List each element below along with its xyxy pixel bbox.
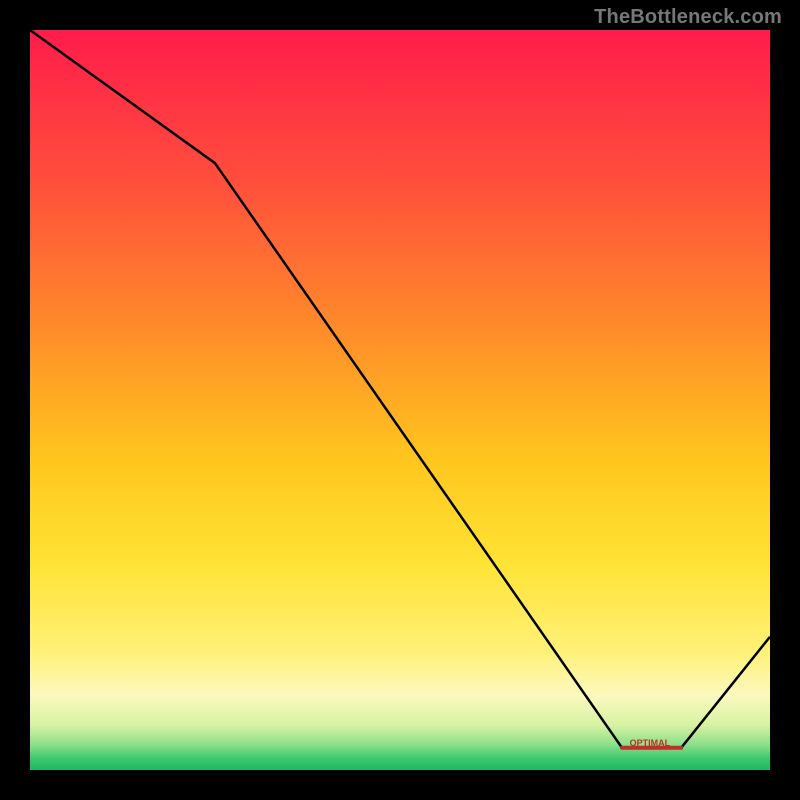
- plot-area: OPTIMAL: [30, 30, 770, 770]
- bottleneck-chart: [30, 30, 770, 770]
- optimal-label: OPTIMAL: [630, 738, 671, 748]
- plot-frame: OPTIMAL: [30, 30, 770, 770]
- chart-container: TheBottleneck.com OPTIMAL: [0, 0, 800, 800]
- watermark-text: TheBottleneck.com: [594, 6, 782, 29]
